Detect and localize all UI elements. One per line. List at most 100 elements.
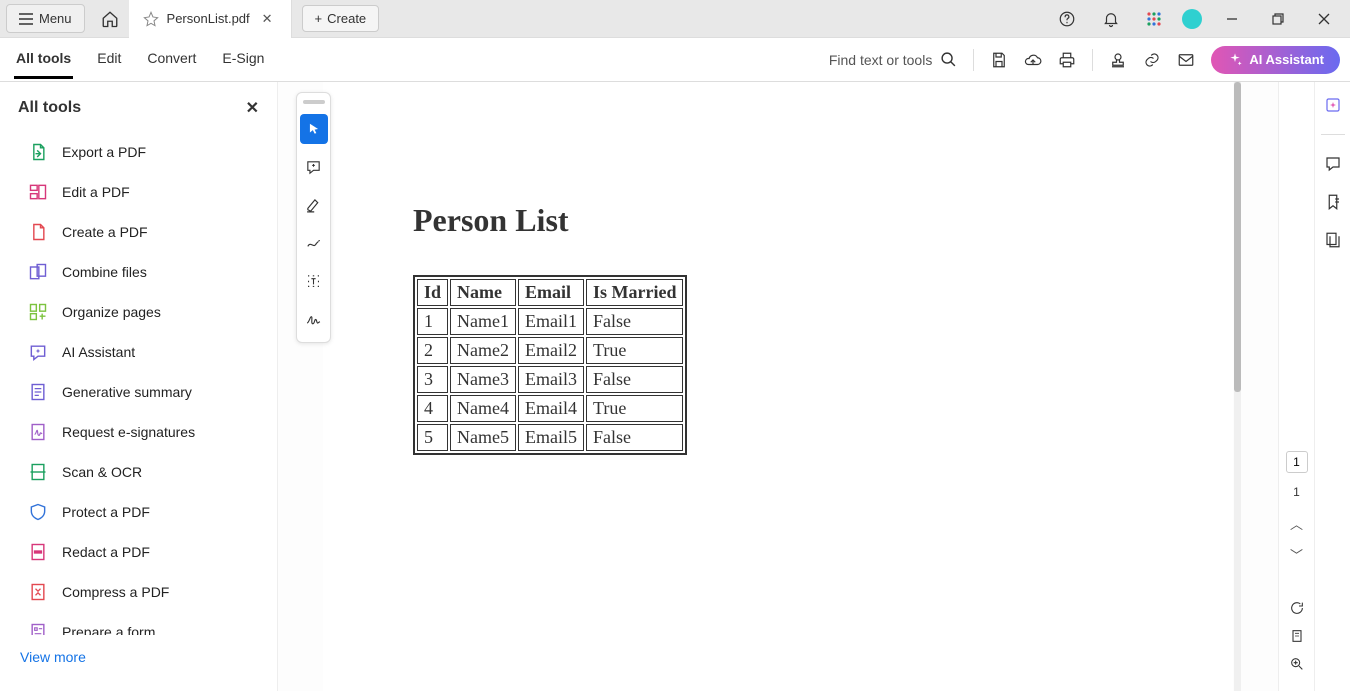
page-down-button[interactable]: ﹀: [1287, 542, 1306, 567]
table-header-cell: Email: [518, 279, 584, 306]
draw-tool[interactable]: [300, 228, 328, 258]
bookmarks-panel-button[interactable]: [1324, 193, 1342, 211]
sidebar-item-label: Organize pages: [62, 304, 161, 320]
page-layout-button[interactable]: [1286, 625, 1308, 647]
page-total-label: 1: [1293, 485, 1300, 499]
esign-icon: [28, 422, 48, 442]
select-tool[interactable]: [300, 114, 328, 144]
print-button[interactable]: [1058, 51, 1076, 69]
zoom-button[interactable]: [1286, 653, 1308, 675]
ai-assistant-button[interactable]: AI Assistant: [1211, 46, 1340, 74]
print-icon: [1058, 51, 1076, 69]
all-tools-sidebar: All tools ✕ Export a PDFEdit a PDFCreate…: [0, 82, 278, 691]
link-button[interactable]: [1143, 51, 1161, 69]
sidebar-close-button[interactable]: ✕: [246, 98, 259, 118]
sidebar-item-label: Generative summary: [62, 384, 192, 400]
table-row: 3Name3Email3False: [417, 366, 683, 393]
sidebar-item-scan[interactable]: Scan & OCR: [0, 452, 277, 492]
link-icon: [1143, 51, 1161, 69]
minimize-icon: [1226, 13, 1238, 25]
scrollbar-track[interactable]: [1234, 82, 1241, 691]
panel-ai-button[interactable]: [1324, 96, 1342, 114]
table-cell: True: [586, 337, 683, 364]
notifications-button[interactable]: [1096, 6, 1126, 32]
window-close-button[interactable]: [1308, 9, 1340, 29]
toolbar-tab-all-tools[interactable]: All tools: [14, 40, 73, 79]
toolbar-tab-edit[interactable]: Edit: [95, 40, 123, 79]
hamburger-icon: [19, 13, 33, 25]
compress-icon: [28, 582, 48, 602]
create-label: Create: [327, 11, 366, 26]
sidebar-item-combine[interactable]: Combine files: [0, 252, 277, 292]
view-more-link[interactable]: View more: [0, 635, 277, 679]
window-minimize-button[interactable]: [1216, 9, 1248, 29]
window-maximize-button[interactable]: [1262, 9, 1294, 29]
summary-icon: [28, 382, 48, 402]
highlight-tool[interactable]: [300, 190, 328, 220]
separator: [1321, 134, 1345, 135]
comment-tool[interactable]: [300, 152, 328, 182]
stamp-button[interactable]: [1109, 51, 1127, 69]
home-button[interactable]: [93, 4, 127, 34]
bell-icon: [1102, 10, 1120, 28]
sidebar-item-compress[interactable]: Compress a PDF: [0, 572, 277, 612]
sidebar-item-protect[interactable]: Protect a PDF: [0, 492, 277, 532]
separator: [973, 49, 974, 71]
tab-close-button[interactable]: ✕: [258, 11, 277, 27]
ai-icon: [28, 342, 48, 362]
comments-icon: [1324, 155, 1342, 173]
search-area[interactable]: Find text or tools: [829, 51, 958, 68]
sidebar-item-form[interactable]: Prepare a form: [0, 612, 277, 635]
toolbar-drag-handle[interactable]: [303, 100, 325, 104]
apps-grid-icon: [1146, 11, 1162, 27]
help-button[interactable]: [1052, 6, 1082, 32]
main-area: All tools ✕ Export a PDFEdit a PDFCreate…: [0, 82, 1350, 691]
scan-icon: [28, 462, 48, 482]
form-icon: [28, 622, 48, 635]
toolbar-tab-convert[interactable]: Convert: [145, 40, 198, 79]
thumbnails-panel-button[interactable]: [1324, 231, 1342, 249]
scrollbar-thumb[interactable]: [1234, 82, 1241, 392]
plus-icon: +: [315, 11, 323, 26]
sidebar-item-organize[interactable]: Organize pages: [0, 292, 277, 332]
document-viewport[interactable]: Person List IdNameEmailIs Married 1Name1…: [278, 82, 1278, 691]
sidebar-item-redact[interactable]: Redact a PDF: [0, 532, 277, 572]
sidebar-item-create[interactable]: Create a PDF: [0, 212, 277, 252]
text-select-tool[interactable]: [300, 266, 328, 296]
sidebar-item-export[interactable]: Export a PDF: [0, 132, 277, 172]
comments-panel-button[interactable]: [1324, 155, 1342, 173]
table-cell: 5: [417, 424, 448, 451]
sidebar-item-label: Combine files: [62, 264, 147, 280]
page-up-button[interactable]: ︿: [1287, 511, 1306, 536]
star-icon[interactable]: [143, 11, 159, 27]
toolbar-tab-esign[interactable]: E-Sign: [220, 40, 266, 79]
table-cell: False: [586, 424, 683, 451]
sidebar-item-edit[interactable]: Edit a PDF: [0, 172, 277, 212]
page-number-input[interactable]: [1286, 451, 1308, 473]
sidebar-item-label: Request e-signatures: [62, 424, 195, 440]
document-tab[interactable]: PersonList.pdf ✕: [129, 0, 292, 38]
table-cell: Name1: [450, 308, 516, 335]
save-button[interactable]: [990, 51, 1008, 69]
cloud-upload-button[interactable]: [1024, 51, 1042, 69]
table-cell: Email5: [518, 424, 584, 451]
toolbar-right: Find text or tools AI Assistant: [829, 46, 1340, 74]
sidebar-item-esign[interactable]: Request e-signatures: [0, 412, 277, 452]
table-cell: True: [586, 395, 683, 422]
pdf-page: Person List IdNameEmailIs Married 1Name1…: [323, 82, 1233, 691]
page-navigation-panel: 1 ︿ ﹀: [1278, 82, 1314, 691]
sidebar-item-summary[interactable]: Generative summary: [0, 372, 277, 412]
apps-button[interactable]: [1140, 7, 1168, 31]
search-placeholder-text: Find text or tools: [829, 52, 933, 68]
export-icon: [28, 142, 48, 162]
create-button[interactable]: + Create: [302, 5, 380, 32]
menu-button[interactable]: Menu: [6, 4, 85, 33]
email-button[interactable]: [1177, 51, 1195, 69]
sign-tool[interactable]: [300, 304, 328, 334]
user-avatar[interactable]: [1182, 9, 1202, 29]
sidebar-item-ai[interactable]: AI Assistant: [0, 332, 277, 372]
sidebar-items-list: Export a PDFEdit a PDFCreate a PDF Combin…: [0, 132, 277, 635]
protect-icon: [28, 502, 48, 522]
rotate-button[interactable]: [1286, 597, 1308, 619]
cursor-icon: [307, 121, 321, 137]
